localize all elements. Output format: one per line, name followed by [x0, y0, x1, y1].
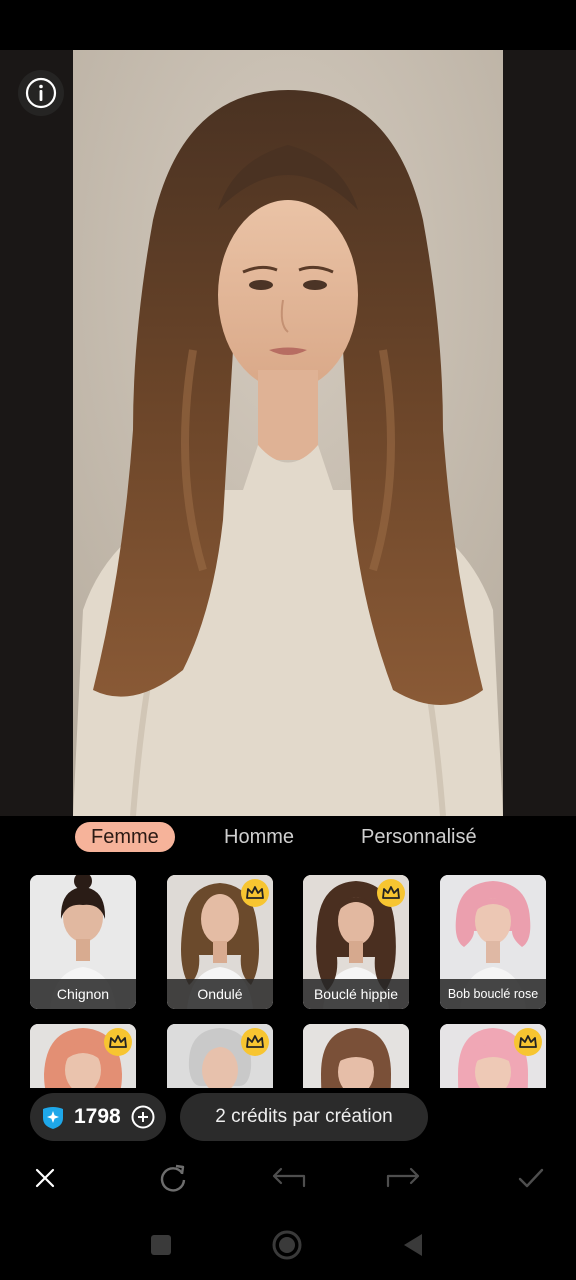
nav-back-button[interactable] — [396, 1228, 430, 1262]
info-icon — [25, 77, 57, 109]
card-label: Bouclé hippie — [303, 979, 409, 1009]
card-label: Bob bouclé rose — [440, 979, 546, 1009]
style-card-row2-3[interactable] — [303, 1024, 409, 1088]
style-card-ondule[interactable]: Ondulé — [167, 875, 273, 1009]
check-icon — [518, 1168, 544, 1188]
redo-button[interactable] — [386, 1160, 422, 1196]
tab-femme[interactable]: Femme — [75, 822, 175, 852]
edit-toolbar — [0, 1148, 576, 1210]
credit-gem-icon — [43, 1107, 63, 1129]
crown-icon — [246, 1035, 264, 1048]
premium-badge — [514, 1028, 542, 1056]
hairstyle-grid: Chignon Ondulé Bouclé hippie Bob bouclé … — [0, 860, 576, 1088]
style-card-row2-2[interactable] — [167, 1024, 273, 1088]
back-icon — [404, 1234, 422, 1256]
status-bar — [0, 0, 576, 50]
premium-badge — [241, 879, 269, 907]
nav-recents-button[interactable] — [144, 1228, 178, 1262]
credits-balance-pill[interactable]: 1798 — [30, 1093, 166, 1141]
tab-personnalise[interactable]: Personnalisé — [361, 822, 477, 852]
crown-icon — [382, 886, 400, 899]
style-card-bob-boucle-rose[interactable]: Bob bouclé rose — [440, 875, 546, 1009]
card-label: Ondulé — [167, 979, 273, 1009]
system-nav-bar — [0, 1210, 576, 1280]
credits-value: 1798 — [74, 1105, 121, 1128]
tab-homme[interactable]: Homme — [224, 822, 294, 852]
card-label: Chignon — [30, 979, 136, 1009]
style-card-boucle-hippie[interactable]: Bouclé hippie — [303, 875, 409, 1009]
credits-row: 1798 2 crédits par création — [0, 1088, 576, 1148]
credit-cost-tooltip: 2 crédits par création — [180, 1093, 428, 1141]
add-circle-icon[interactable] — [131, 1105, 155, 1129]
style-card-row2-4[interactable] — [440, 1024, 546, 1088]
undo-button[interactable] — [270, 1160, 306, 1196]
redo-icon — [386, 1167, 420, 1188]
undo-icon — [272, 1167, 306, 1188]
close-button[interactable] — [27, 1160, 63, 1196]
nav-home-button[interactable] — [270, 1228, 304, 1262]
recents-icon — [151, 1235, 171, 1255]
premium-badge — [104, 1028, 132, 1056]
style-card-row2-1[interactable] — [30, 1024, 136, 1088]
portrait-photo — [73, 50, 503, 816]
refresh-icon — [160, 1164, 186, 1192]
crown-icon — [246, 886, 264, 899]
home-icon — [272, 1230, 302, 1260]
crown-icon — [519, 1035, 537, 1048]
premium-badge — [377, 879, 405, 907]
style-thumbnail — [303, 1024, 409, 1088]
portrait-illustration — [73, 50, 503, 816]
crown-icon — [109, 1035, 127, 1048]
close-icon — [35, 1168, 55, 1188]
category-tabs: Femme Homme Personnalisé — [0, 816, 576, 860]
regenerate-button[interactable] — [155, 1160, 191, 1196]
preview-area — [0, 50, 576, 816]
info-button[interactable] — [18, 70, 64, 116]
premium-badge — [241, 1028, 269, 1056]
style-card-chignon[interactable]: Chignon — [30, 875, 136, 1009]
confirm-button[interactable] — [513, 1160, 549, 1196]
